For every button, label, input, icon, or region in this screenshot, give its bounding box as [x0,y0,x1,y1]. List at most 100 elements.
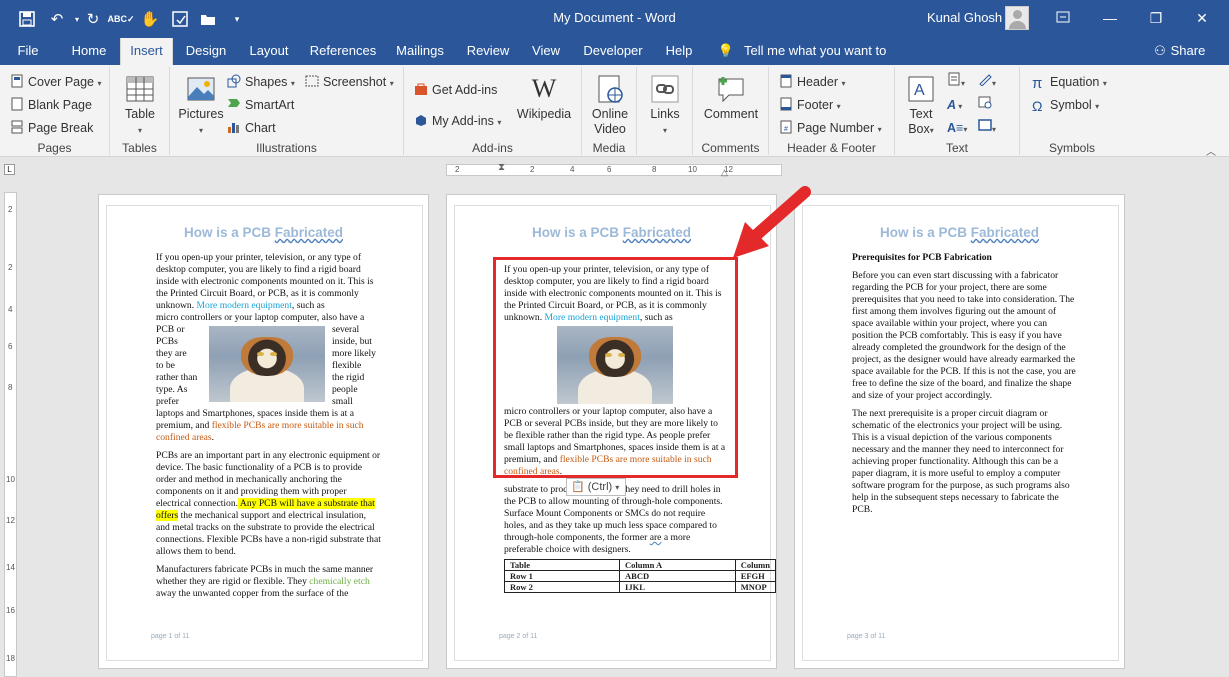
wrapped-picture-area: PCB or PCBs they are to be rather than type. … [156,324,381,408]
text-box-icon: A [908,76,934,102]
tab-design[interactable]: Design [181,38,231,65]
highlight-box [493,257,738,478]
signature-line-icon[interactable]: ▾ [978,72,996,92]
collapse-ribbon-icon[interactable]: ︿ [1206,143,1216,158]
tab-selector[interactable]: L [4,164,15,175]
group-label-pages: Pages [37,141,72,155]
comment-icon [718,77,744,103]
my-addins-button[interactable]: My Add-ins ▾ [414,111,501,131]
share-person-icon[interactable]: ⚇ [1150,38,1170,65]
paste-options-button[interactable]: 📋 (Ctrl) ▾ [566,478,626,496]
chart-icon [227,120,242,134]
addins-icon [414,113,429,127]
lightbulb-icon: 💡 [717,43,735,58]
title-bar: ↶ ▾ ↻ ABC✓ ✋ ▾ My Document - Word Kunal … [0,0,1229,38]
cover-page-icon [10,74,25,88]
right-indent-marker[interactable]: △ [721,167,728,178]
screenshot-icon [305,74,320,88]
svg-text:#: # [784,126,788,133]
tab-developer[interactable]: Developer [580,38,646,65]
tab-mailings[interactable]: Mailings [391,38,449,65]
wordart-icon[interactable]: A ▾ [947,95,962,115]
shapes-icon [227,74,242,88]
close-icon[interactable]: ✕ [1192,8,1212,28]
footer-button[interactable]: Footer ▾ [779,95,841,115]
page-number-icon: # [779,120,794,134]
tab-layout[interactable]: Layout [244,38,294,65]
online-video-icon [598,75,623,103]
drop-cap-icon[interactable]: A≡▾ [947,118,967,138]
page-1[interactable]: How is a PCB Fabricated If you open-up y… [98,194,429,669]
symbol-button[interactable]: Ω Symbol ▾ [1032,95,1099,115]
comment-button[interactable]: Comment [699,73,763,122]
pictures-icon [187,77,215,101]
wikipedia-button[interactable]: W Wikipedia [514,73,574,122]
tab-insert[interactable]: Insert [120,38,173,65]
ribbon-display-options-icon[interactable] [1053,8,1073,28]
page-title: How is a PCB Fabricated [879,225,1040,240]
tab-home[interactable]: Home [64,38,114,65]
tab-file[interactable]: File [8,38,48,65]
page-1-body[interactable]: If you open-up your printer, television,… [156,252,381,606]
online-video-button[interactable]: Online Video [586,73,634,137]
links-button[interactable]: Links ▾ [643,73,687,138]
share-button[interactable]: Share [1170,38,1206,65]
indent-marker[interactable]: ⧗ [498,162,505,173]
date-time-icon[interactable] [978,95,992,115]
group-illustrations: Pictures ▾ Shapes ▾ SmartArt Chart Screen… [170,67,404,155]
tell-me-search[interactable]: Tell me what you want to do [744,38,904,83]
section-heading: Prerequisites for PCB Fabrication [852,252,992,263]
document-table[interactable]: Table Column A Column Row 1 ABCD EFGH Row 2I… [503,559,777,593]
group-label-comments: Comments [701,141,760,155]
blank-page-button[interactable]: Blank Page [10,95,92,115]
equation-button[interactable]: π Equation ▾ [1032,72,1107,92]
smartart-button[interactable]: SmartArt [227,95,294,115]
page-title: How is a PCB Fabricated [183,225,344,240]
table-button[interactable]: Table ▾ [118,73,162,138]
page-number-button[interactable]: # Page Number ▾ [779,118,882,138]
tab-help[interactable]: Help [660,38,698,65]
screenshot-button[interactable]: Screenshot ▾ [305,72,394,92]
object-icon[interactable]: ▾ [978,118,996,138]
ribbon: Cover Page ▾ Blank Page Page Break Pages… [0,65,1229,158]
smartart-icon [227,97,242,111]
get-addins-button[interactable]: Get Add-ins [414,80,497,100]
group-label-header-footer: Header & Footer [787,141,876,155]
page-footer: page 1 of 11 [151,633,190,640]
pictures-button[interactable]: Pictures ▾ [178,73,224,138]
page-break-button[interactable]: Page Break [10,118,93,138]
tab-review[interactable]: Review [463,38,513,65]
group-label-tables: Tables [122,141,157,155]
text-box-button[interactable]: A Text Box▾ [901,73,941,138]
blank-page-icon [10,97,25,111]
shapes-button[interactable]: Shapes ▾ [227,72,295,92]
user-name[interactable]: Kunal Ghosh [927,10,1002,25]
group-label-text: Text [945,141,968,155]
group-comments: Comment Comments [693,67,769,155]
quick-parts-icon[interactable]: ▾ [947,72,965,92]
page-3[interactable]: How is a PCB Fabricated Prerequisites fo… [794,194,1125,669]
vertical-ruler[interactable]: 2 2 4 6 8 10 12 14 16 18 [4,192,17,677]
tab-view[interactable]: View [526,38,566,65]
cover-page-button[interactable]: Cover Page ▾ [10,72,102,92]
horizontal-ruler[interactable]: 2 2 4 6 8 10 12 ⧗ △ [446,162,782,178]
avatar[interactable] [1005,6,1029,30]
restore-icon[interactable]: ❐ [1146,8,1166,28]
tab-references[interactable]: References [307,38,379,65]
window-title: My Document - Word [553,10,676,25]
callout-arrow [733,186,811,258]
group-label-media: Media [592,141,626,155]
header-icon [779,74,794,88]
clipboard-icon: 📋 [571,481,585,493]
chart-button[interactable]: Chart [227,118,276,138]
header-button[interactable]: Header ▾ [779,72,846,92]
group-label-addins: Add-ins [472,141,513,155]
omega-icon: Ω [1032,98,1043,114]
group-media: Online Video Media [582,67,637,155]
group-addins: Get Add-ins My Add-ins ▾ W Wikipedia Add… [404,67,582,155]
page-3-body[interactable]: Prerequisites for PCB Fabrication Before… [852,252,1076,522]
group-label-symbols: Symbols [1048,141,1095,155]
minimize-icon[interactable]: — [1100,8,1120,28]
cat-picture[interactable] [209,326,325,402]
page-footer: page 3 of 11 [847,633,886,640]
